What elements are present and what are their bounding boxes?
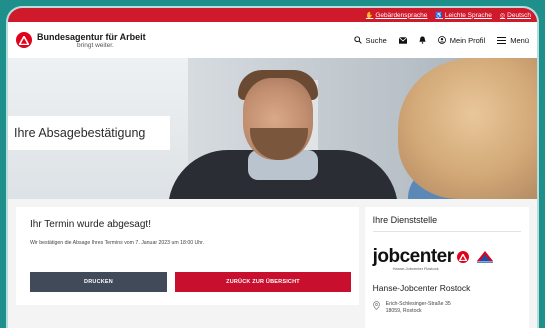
- user-icon: [437, 36, 446, 44]
- hero-image: Ihre Absagebestätigung: [8, 58, 537, 199]
- back-to-overview-button[interactable]: ZURÜCK ZUR ÜBERSICHT: [175, 272, 351, 292]
- site-header: Bundesagentur für Arbeit bringt weiter. …: [8, 22, 537, 58]
- location-pin-icon: [372, 301, 380, 310]
- office-name: Hanse-Jobcenter Rostock: [372, 283, 471, 293]
- ba-logo-icon: [16, 32, 32, 48]
- jobcenter-logo-icon: [456, 251, 469, 263]
- profile-button[interactable]: Mein Profil: [437, 36, 485, 45]
- cancellation-card: Ihr Termin wurde abgesagt! Wir bestätige…: [16, 207, 359, 305]
- browser-frame: ✋ Gebärdensprache ♿ Leichte Sprache ◎ De…: [6, 6, 539, 328]
- cancellation-title: Ihr Termin wurde abgesagt!: [30, 219, 151, 230]
- logo-name: Bundesagentur für Arbeit: [37, 31, 146, 42]
- page-title: Ihre Absagebestätigung: [8, 116, 170, 150]
- search-button[interactable]: Suche: [353, 36, 387, 45]
- utility-bar: ✋ Gebärdensprache ♿ Leichte Sprache ◎ De…: [8, 8, 537, 22]
- jobcenter-logo: jobcenter: [373, 246, 521, 268]
- easy-language-icon: ♿: [435, 12, 443, 19]
- language-link[interactable]: ◎ Deutsch: [500, 12, 531, 19]
- office-card: Ihre Dienststelle jobcenter Hanse-Jobcen: [364, 207, 529, 328]
- cancellation-text: Wir bestätigen die Absage Ihres Termins …: [30, 240, 205, 246]
- hamburger-icon: [497, 36, 507, 44]
- search-icon: [353, 36, 362, 44]
- mail-button[interactable]: [398, 36, 407, 44]
- jobcenter-wordmark: jobcenter: [372, 246, 455, 267]
- easy-language-link[interactable]: ♿ Leichte Sprache: [435, 12, 491, 19]
- office-card-title: Ihre Dienststelle: [372, 215, 521, 232]
- globe-icon: ◎: [499, 12, 506, 19]
- office-address: Erich-Schlesinger-Straße 35 18059, Rosto…: [372, 301, 521, 315]
- address-city: 18059, Rostock: [385, 308, 422, 315]
- ba-logo[interactable]: Bundesagentur für Arbeit bringt weiter.: [16, 32, 146, 49]
- action-buttons: DRUCKEN ZURÜCK ZUR ÜBERSICHT: [30, 272, 351, 292]
- content-area: Ihr Termin wurde abgesagt! Wir bestätige…: [8, 199, 537, 328]
- print-button[interactable]: DRUCKEN: [30, 272, 167, 292]
- mail-icon: [398, 36, 407, 44]
- hand-sign-icon: ✋: [365, 12, 374, 19]
- mv-state-logo-icon: [476, 251, 494, 263]
- logo-tagline: bringt weiter.: [77, 41, 114, 49]
- header-nav: Suche Mein Profil Menü: [353, 36, 529, 45]
- jobcenter-subline: Hanse-Jobcenter Rostock: [392, 266, 439, 271]
- notifications-button[interactable]: [419, 36, 426, 44]
- address-street: Erich-Schlesinger-Straße 35: [385, 301, 451, 307]
- sign-language-link[interactable]: ✋ Gebärdensprache: [366, 12, 428, 19]
- menu-button[interactable]: Menü: [497, 36, 529, 45]
- bell-icon: [419, 36, 426, 44]
